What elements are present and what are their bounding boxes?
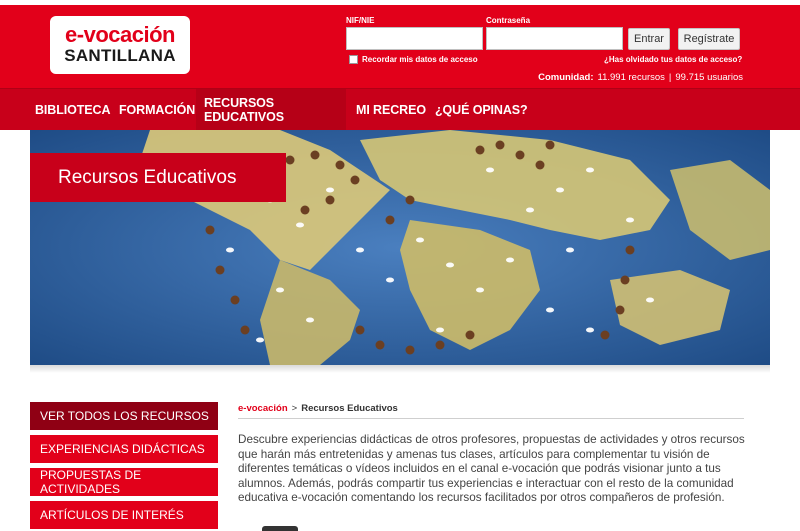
register-button[interactable]: Regístrate [678,28,740,50]
breadcrumb-home-link[interactable]: e-vocación [238,403,288,414]
site-logo[interactable]: e-vocación SANTILLANA [50,16,190,74]
community-label: Comunidad: [538,72,594,83]
sidebar-item-articulos[interactable]: ARTÍCULOS DE INTERÉS [30,501,218,529]
nav-item-mi-recreo[interactable]: MI RECREO [350,89,432,131]
main-nav: BIBLIOTECA FORMACIÓN RECURSOS EDUCATIVOS… [0,88,800,131]
nav-item-formacion[interactable]: FORMACIÓN [112,89,202,131]
hero-title: Recursos Educativos [30,153,286,202]
remember-me[interactable]: Recordar mis datos de acceso [349,55,478,64]
logo-evocacion: e-vocación [65,22,175,47]
site-header: e-vocación SANTILLANA NIF/NIE Contraseña… [0,0,800,88]
content-divider [238,418,744,419]
logo-santillana: SANTILLANA [64,46,176,65]
header-topline [0,0,800,5]
community-users: 99.715 usuarios [675,72,743,83]
forgot-password-link[interactable]: ¿Has olvidado tus datos de acceso? [604,55,742,64]
nav-item-recursos-educativos[interactable]: RECURSOS EDUCATIVOS [196,89,346,131]
remember-checkbox[interactable] [349,55,358,64]
breadcrumb-separator: > [291,403,298,414]
nav-item-biblioteca[interactable]: BIBLIOTECA [28,89,117,131]
password-input[interactable] [486,27,623,50]
breadcrumb: e-vocación > Recursos Educativos [238,403,398,414]
community-resources: 11.991 recursos [597,72,665,83]
nif-label: NIF/NIE [346,16,375,25]
community-separator: | [668,72,672,83]
password-label: Contraseña [486,16,531,25]
sidebar-item-experiencias[interactable]: EXPERIENCIAS DIDÁCTICAS [30,435,218,463]
sidebar-item-propuestas[interactable]: PROPUESTAS DE ACTIVIDADES [30,468,218,496]
nif-input[interactable] [346,27,483,50]
breadcrumb-current: Recursos Educativos [301,403,398,414]
community-stats: Comunidad: 11.991 recursos | 99.715 usua… [538,72,743,83]
sidebar-item-ver-todos[interactable]: VER TODOS LOS RECURSOS [30,402,218,430]
partial-button[interactable] [262,526,298,531]
enter-button[interactable]: Entrar [628,28,670,50]
intro-text: Descubre experiencias didácticas de otro… [238,433,745,505]
remember-label: Recordar mis datos de acceso [362,55,478,64]
nav-item-que-opinas[interactable]: ¿QUÉ OPINAS? [428,89,535,131]
hero-shadow [30,365,770,373]
